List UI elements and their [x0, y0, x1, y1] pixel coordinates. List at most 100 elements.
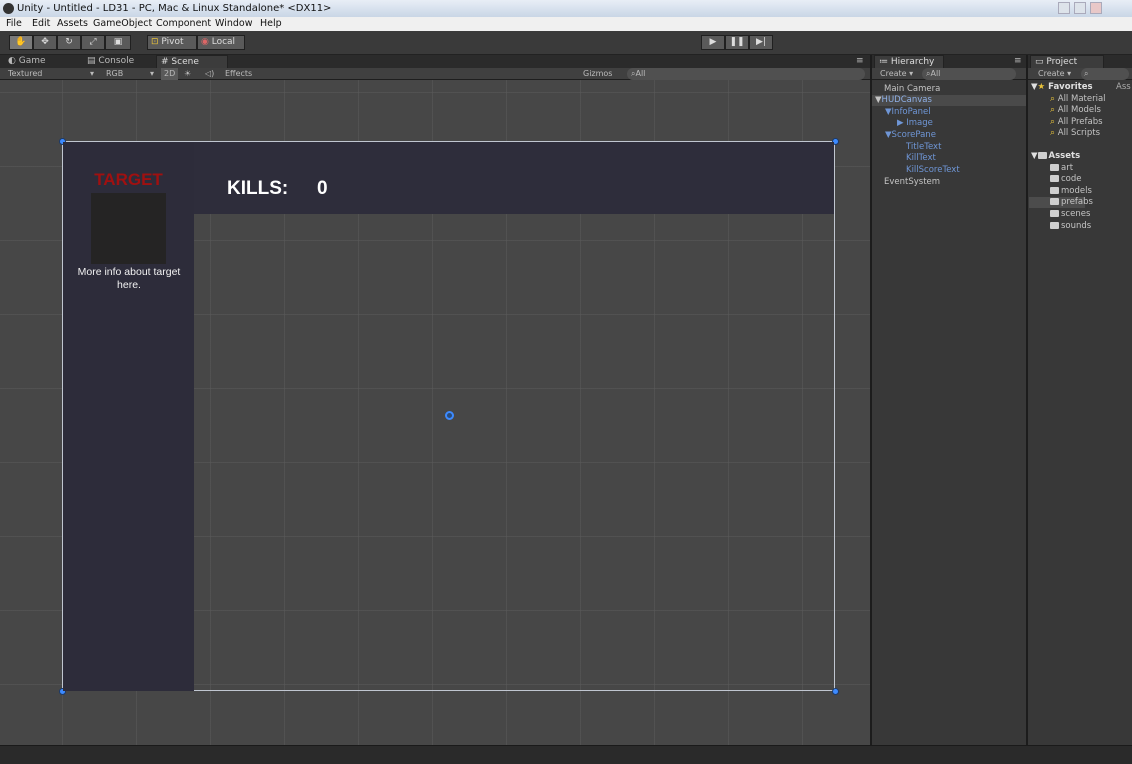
menu-edit[interactable]: Edit	[32, 17, 50, 31]
tab-project-label: Project	[1046, 57, 1078, 67]
folder-art[interactable]: art	[1050, 163, 1073, 174]
menu-assets[interactable]: Assets	[57, 17, 88, 31]
minimize-icon[interactable]	[1058, 2, 1070, 14]
asset-grid-header: Ass	[1116, 82, 1131, 92]
rect-tool-icon[interactable]: ▣	[105, 35, 131, 50]
render-mode-dropdown[interactable]: RGB	[106, 68, 123, 80]
dropdown-arrow-icon: ▾	[90, 69, 95, 78]
scene-search-placeholder: All	[635, 69, 646, 78]
lighting-icon[interactable]: ☀	[184, 68, 191, 80]
dropdown-arrow-icon: ▾	[150, 69, 155, 78]
scale-tool-icon[interactable]: ⤢	[81, 35, 105, 50]
tab-hierarchy[interactable]: ≔ Hierarchy	[874, 55, 944, 68]
folder-code[interactable]: code	[1050, 174, 1082, 185]
toggle-2d-button[interactable]: 2D	[161, 68, 179, 80]
folder-icon	[1050, 164, 1059, 171]
tab-scene[interactable]: # Scene	[156, 55, 228, 68]
tab-game-label: Game	[18, 56, 46, 66]
status-bar	[0, 745, 1132, 764]
score-panel[interactable]: KILLS: 0	[194, 142, 834, 214]
project-search-input[interactable]: ⌕	[1081, 68, 1129, 80]
project-toolbar: Create ▾ ⌕	[1028, 68, 1132, 80]
folder-label: scenes	[1061, 209, 1091, 219]
step-icon: ▶|	[756, 37, 766, 47]
favorites-header[interactable]: ▼★ Favorites	[1031, 82, 1093, 93]
kills-label: KILLS:	[227, 178, 289, 199]
hierarchy-item-label: InfoPanel	[891, 107, 931, 117]
hierarchy-search-input[interactable]: ⌕All	[922, 68, 1016, 80]
search-icon: ⌕	[1050, 128, 1056, 138]
folder-sounds[interactable]: sounds	[1050, 221, 1091, 232]
folder-icon	[1037, 152, 1047, 159]
folder-prefabs[interactable]: prefabs	[1029, 197, 1093, 208]
folder-scenes[interactable]: scenes	[1050, 209, 1090, 220]
effects-dropdown[interactable]: Effects	[225, 68, 252, 80]
folder-label: sounds	[1061, 221, 1092, 231]
scene-viewport[interactable]: TARGET More info about target here. KILL…	[0, 80, 870, 745]
favorite-all-scripts[interactable]: ⌕ All Scripts	[1050, 128, 1100, 139]
project-icon: ▭	[1035, 57, 1044, 67]
local-button[interactable]: ◉ Local	[197, 35, 245, 50]
favorite-label: All Prefabs	[1057, 117, 1103, 127]
tab-game[interactable]: ◐ Game	[4, 55, 74, 68]
corner-handle[interactable]	[832, 688, 839, 695]
panel-menu-icon[interactable]: ≡	[1010, 55, 1024, 68]
menu-window[interactable]: Window	[215, 17, 252, 31]
folder-icon	[1050, 175, 1059, 182]
rotate-tool-icon[interactable]: ↻	[57, 35, 81, 50]
folder-label: code	[1061, 174, 1082, 184]
main-toolbar: ✋ ✥ ↻ ⤢ ▣ ⊡ Pivot ◉ Local ▶ ❚❚ ▶|	[0, 31, 1132, 55]
favorite-all-models[interactable]: ⌕ All Models	[1050, 105, 1101, 116]
scene-search-input[interactable]: ⌕All	[627, 68, 865, 80]
hierarchy-item-killtext[interactable]: KillText	[872, 153, 1026, 164]
project-create-dropdown[interactable]: Create ▾	[1038, 68, 1071, 80]
shading-dropdown[interactable]: Textured	[8, 68, 42, 80]
hierarchy-item-scorepane[interactable]: ▼ScorePane	[872, 130, 1026, 141]
panel-menu-icon[interactable]: ≡	[852, 55, 868, 68]
pivot-icon: ⊡	[151, 37, 159, 47]
audio-icon[interactable]: ◁)	[205, 68, 214, 80]
folder-models[interactable]: models	[1050, 186, 1092, 197]
search-icon: ⌕	[1050, 94, 1056, 104]
folder-label: models	[1061, 186, 1092, 196]
folder-icon	[1050, 198, 1059, 205]
hierarchy-item-image[interactable]: ▶ Image	[872, 118, 1026, 129]
hierarchy-item-titletext[interactable]: TitleText	[872, 142, 1026, 153]
favorite-all-prefabs[interactable]: ⌕ All Prefabs	[1050, 117, 1103, 128]
pivot-handle[interactable]	[445, 411, 454, 420]
hierarchy-create-dropdown[interactable]: Create ▾	[880, 68, 913, 80]
menu-gameobject[interactable]: GameObject	[93, 17, 152, 31]
hierarchy-item-main-camera[interactable]: Main Camera	[872, 84, 1026, 95]
step-button[interactable]: ▶|	[749, 35, 773, 50]
play-button[interactable]: ▶	[701, 35, 725, 50]
hand-tool-icon[interactable]: ✋	[9, 35, 33, 50]
tab-console[interactable]: ▤ Console	[83, 55, 153, 68]
tab-project[interactable]: ▭ Project	[1030, 55, 1104, 68]
menu-bar: File Edit Assets GameObject Component Wi…	[0, 17, 1132, 31]
close-icon[interactable]	[1090, 2, 1102, 14]
collapse-arrow-icon[interactable]: ▶	[897, 118, 904, 128]
hierarchy-item-hudcanvas[interactable]: ▼HUDCanvas	[872, 95, 1026, 106]
menu-help[interactable]: Help	[260, 17, 282, 31]
pause-button[interactable]: ❚❚	[725, 35, 749, 50]
menu-component[interactable]: Component	[156, 17, 211, 31]
favorite-label: All Material	[1057, 94, 1106, 104]
expand-arrow-icon[interactable]: ▼	[1031, 151, 1038, 161]
pivot-label: Pivot	[161, 37, 184, 47]
window-titlebar: Unity - Untitled - LD31 - PC, Mac & Linu…	[0, 0, 1132, 17]
maximize-icon[interactable]	[1074, 2, 1086, 14]
menu-file[interactable]: File	[6, 17, 22, 31]
hierarchy-item-label: Image	[906, 118, 933, 128]
hierarchy-item-infopanel[interactable]: ▼InfoPanel	[872, 107, 1026, 118]
info-panel[interactable]: TARGET More info about target here.	[63, 142, 194, 691]
assets-header[interactable]: ▼ Assets	[1031, 151, 1080, 162]
tab-scene-label: Scene	[171, 57, 199, 67]
hierarchy-item-killscoretext[interactable]: KillScoreText	[872, 165, 1026, 176]
tab-console-label: Console	[98, 56, 135, 66]
hierarchy-item-eventsystem[interactable]: EventSystem	[872, 177, 1026, 188]
kills-value: 0	[317, 178, 328, 199]
pivot-button[interactable]: ⊡ Pivot	[147, 35, 197, 50]
favorite-all-material[interactable]: ⌕ All Material	[1050, 94, 1106, 105]
gizmos-dropdown[interactable]: Gizmos	[583, 68, 612, 80]
move-tool-icon[interactable]: ✥	[33, 35, 57, 50]
